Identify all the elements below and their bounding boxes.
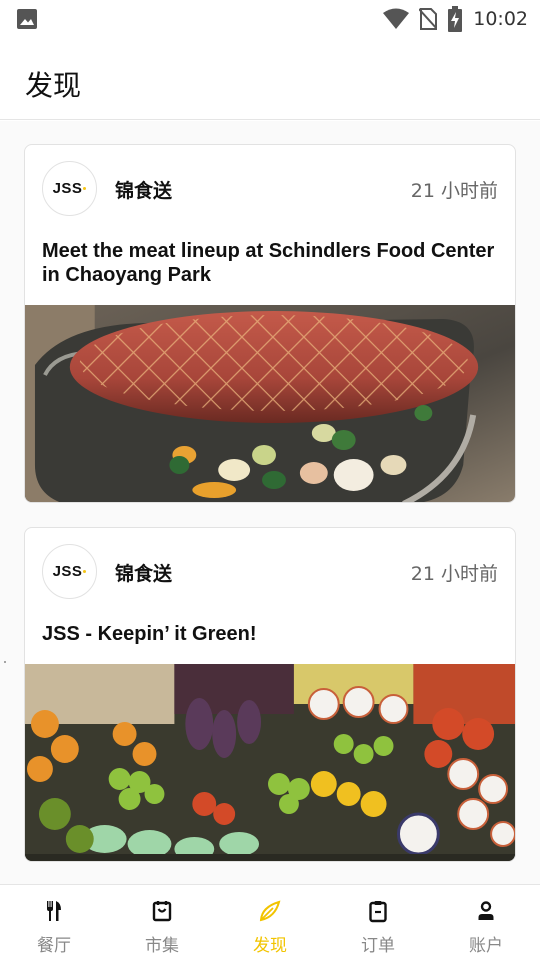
post-card[interactable]: JSS 锦食送 21 小时前 Meet the meat lineup at S… (24, 144, 516, 503)
fork-knife-icon (47, 901, 61, 921)
post-card[interactable]: JSS 锦食送 21 小时前 JSS - Keepin’ it Green! (24, 527, 516, 862)
clipboard-icon (369, 901, 387, 923)
post-author[interactable]: 锦食送 (115, 176, 172, 203)
nav-tab-discover[interactable]: 发现 (216, 885, 324, 960)
avatar-logo-text: JSS (52, 180, 83, 197)
nav-label: 发现 (253, 936, 287, 956)
nav-tab-orders[interactable]: 订单 (324, 885, 432, 960)
battery-charging-icon (448, 6, 463, 32)
nav-label: 账户 (469, 936, 503, 956)
author-avatar[interactable]: JSS (42, 544, 97, 599)
avatar-logo-text: JSS (52, 563, 83, 580)
nav-label: 订单 (361, 936, 395, 956)
page-title: 发现 (25, 69, 82, 102)
post-time: 21 小时前 (410, 180, 498, 202)
status-time: 10:02 (473, 8, 528, 30)
nav-label: 餐厅 (37, 936, 71, 956)
wifi-icon (383, 8, 410, 29)
scroll-indicator-dot (4, 661, 6, 663)
author-avatar[interactable]: JSS (42, 161, 97, 216)
discover-feed[interactable]: JSS 锦食送 21 小时前 Meet the meat lineup at S… (0, 121, 540, 884)
avatar-logo-dot (83, 187, 87, 190)
post-title[interactable]: Meet the meat lineup at Schindlers Food … (42, 239, 502, 287)
post-author[interactable]: 锦食送 (115, 559, 172, 586)
bottom-nav: 餐厅 市集 发现 订单 账户 (0, 884, 540, 960)
post-time: 21 小时前 (410, 563, 498, 585)
post-title[interactable]: JSS - Keepin’ it Green! (42, 622, 502, 646)
status-bar: 10:02 (0, 0, 540, 38)
compass-leaf-icon (259, 900, 281, 922)
nav-tab-account[interactable]: 账户 (432, 885, 540, 960)
image-icon (17, 9, 37, 29)
person-icon (478, 901, 494, 920)
avatar-logo-dot (83, 570, 87, 573)
no-sim-icon (419, 8, 438, 30)
nav-tab-market[interactable]: 市集 (108, 885, 216, 960)
nav-tab-restaurants[interactable]: 餐厅 (0, 885, 108, 960)
nav-label: 市集 (145, 936, 179, 956)
post-header: JSS 锦食送 21 小时前 (25, 145, 515, 233)
post-header: JSS 锦食送 21 小时前 (25, 528, 515, 616)
fruit-market-photo[interactable] (25, 664, 515, 861)
roasted-ham-photo[interactable] (25, 305, 515, 502)
market-bag-icon (152, 901, 172, 922)
app-header: 发现 (0, 38, 540, 120)
